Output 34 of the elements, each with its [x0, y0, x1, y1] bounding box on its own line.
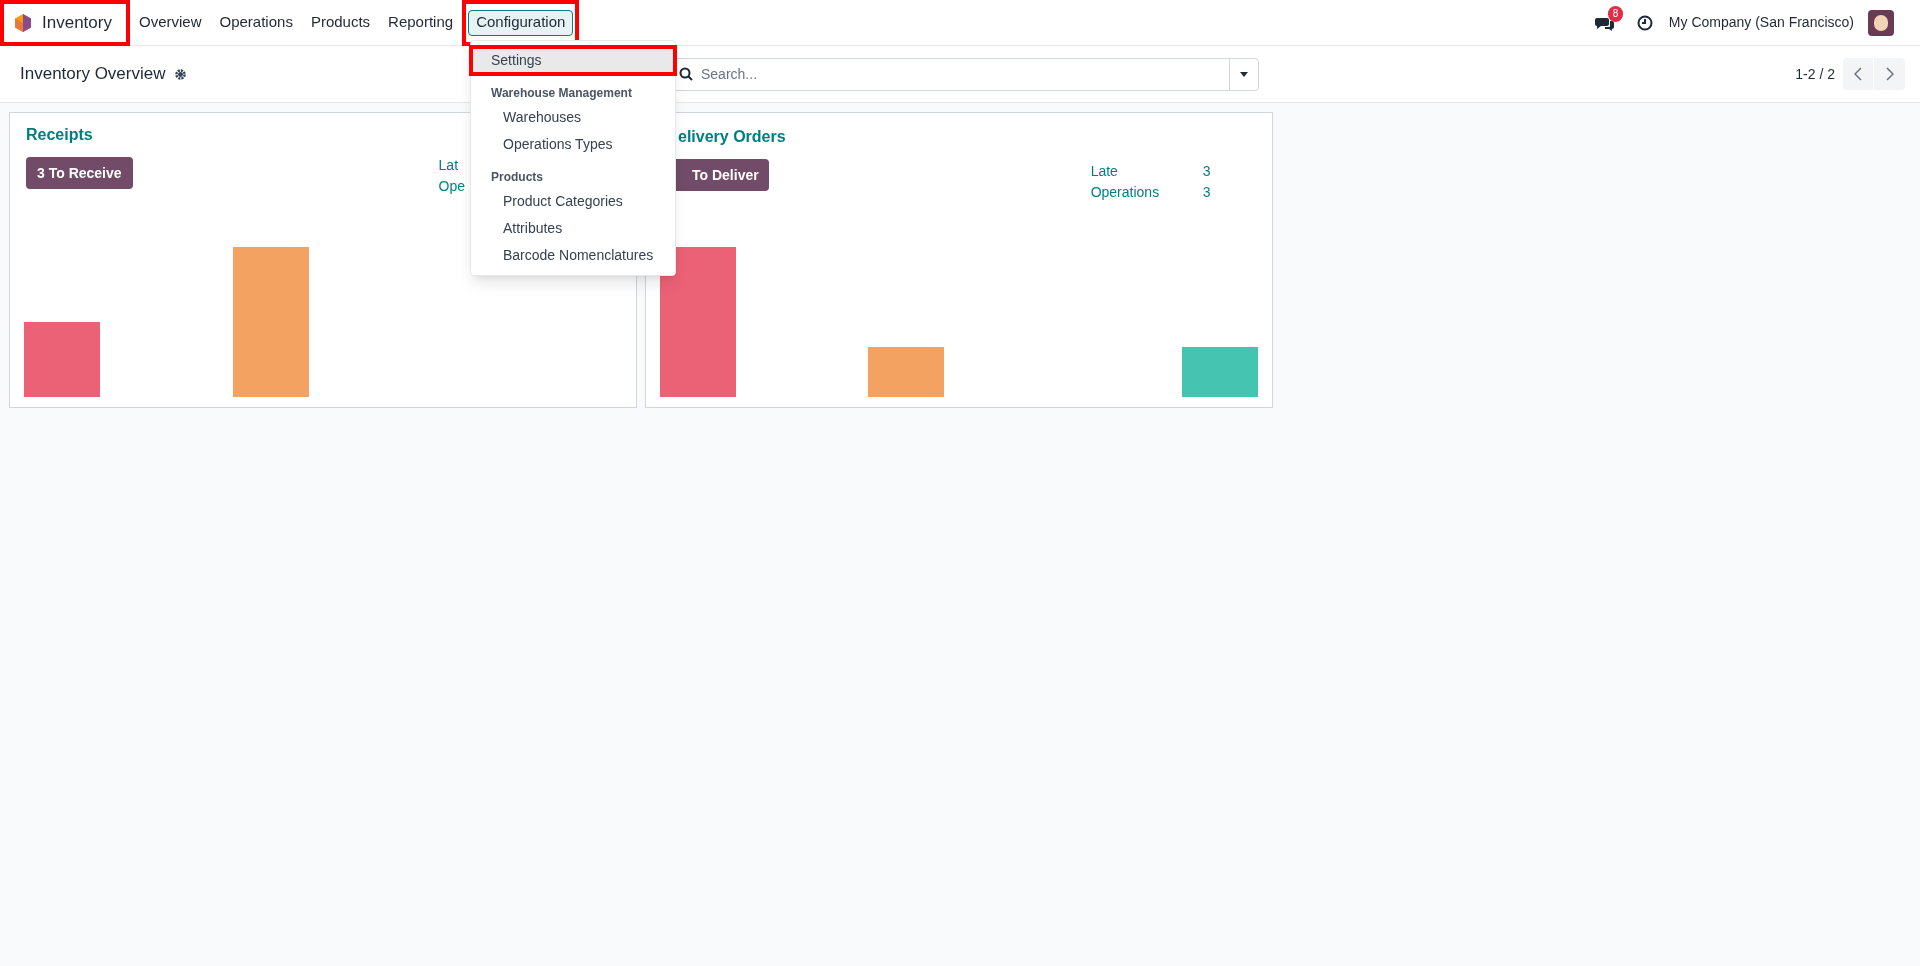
clock-icon[interactable] — [1636, 14, 1653, 31]
dropdown-item[interactable]: Barcode Nomenclatures — [471, 242, 675, 269]
stat-link[interactable]: Operations — [1090, 182, 1203, 203]
search-icon — [679, 67, 693, 81]
stat-value[interactable]: 3 — [1202, 161, 1211, 182]
menu-section-header: Products — [490, 169, 544, 186]
message-count-badge: 8 — [1607, 5, 1624, 22]
menu-item[interactable]: Reporting — [381, 9, 461, 36]
menu-section-header: Warehouse Management — [490, 85, 633, 102]
company-switcher[interactable]: My Company (San Francisco) — [1668, 12, 1854, 33]
dropdown-item[interactable]: Operations Types — [471, 131, 675, 158]
chat-icon[interactable] — [1594, 15, 1615, 32]
caret-icon — [1240, 71, 1248, 77]
pager-value: 1-2 / 2 — [1795, 64, 1835, 84]
dropdown-item[interactable]: Product Categories — [471, 188, 675, 215]
user-avatar[interactable] — [1868, 9, 1894, 36]
page-title: Inventory Overview — [20, 63, 166, 86]
dropdown-item[interactable]: Attributes — [471, 215, 675, 242]
settings-icon[interactable] — [173, 67, 187, 81]
app-name-link[interactable]: Inventory — [42, 9, 112, 36]
card-title[interactable]: elivery Orders — [678, 125, 1272, 149]
menu-item[interactable]: Overview — [132, 9, 209, 36]
hexagon-logo-icon[interactable] — [14, 12, 32, 33]
chevron-left-icon — [1854, 67, 1862, 81]
action-button[interactable]: 3 To Receive — [26, 157, 133, 189]
menu-item[interactable]: Products — [303, 9, 378, 36]
stat-value[interactable]: 3 — [1202, 182, 1211, 203]
search-field[interactable]: Search... — [701, 63, 1229, 85]
chevron-right-icon — [1885, 67, 1894, 81]
menu-item[interactable]: Operations — [212, 9, 300, 36]
dropdown-item[interactable]: Settings — [471, 47, 675, 74]
stat-link[interactable]: Late — [1090, 161, 1203, 182]
menu-item[interactable]: Configuration — [468, 9, 574, 36]
dropdown-item[interactable]: Warehouses — [471, 104, 675, 131]
